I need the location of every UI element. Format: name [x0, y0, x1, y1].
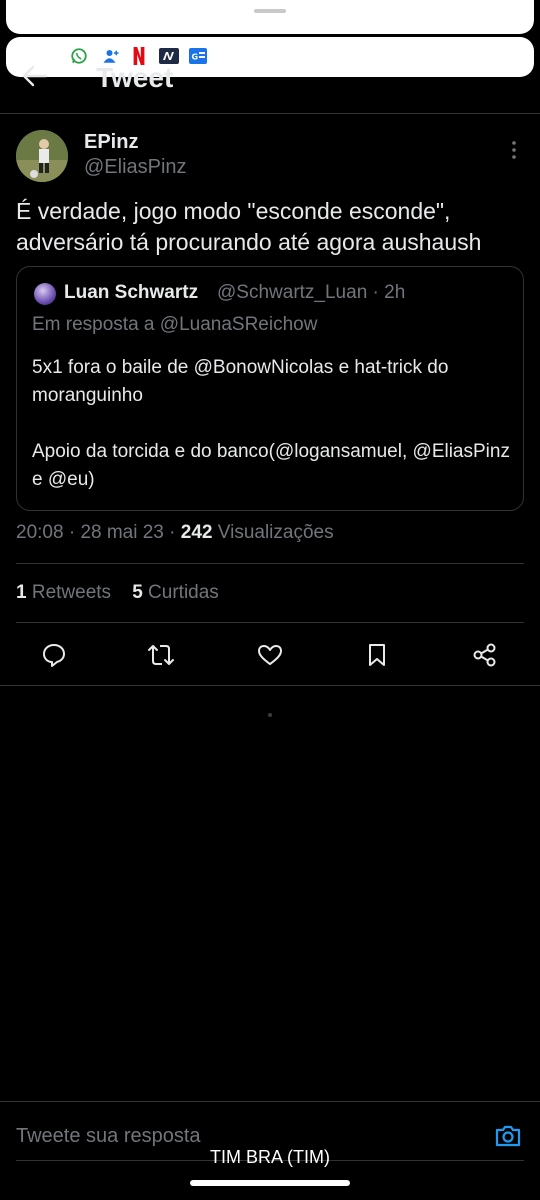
stats-divider: [16, 622, 524, 623]
meta-divider: [16, 563, 524, 564]
actions-divider: [0, 685, 540, 686]
likes-stat[interactable]: 5 Curtidas: [132, 582, 219, 603]
tweet-stats: 1 Retweets 5 Curtidas: [16, 582, 219, 604]
tweet-text: É verdade, jogo modo "esconde esconde", …: [16, 198, 482, 255]
quoted-age: 2h: [384, 282, 406, 303]
tweet-meta: 20:08 · 28 mai 23 · 242 Visualizações: [16, 522, 334, 543]
quoted-reply-to: Em resposta a @LuanaSReichow: [32, 314, 318, 335]
likes-label: Curtidas: [148, 582, 219, 603]
quoted-body: 5x1 fora o baile de @BonowNicolas e hat-…: [32, 354, 512, 494]
author-display-name[interactable]: EPinz: [84, 131, 138, 154]
quoted-handle: @Schwartz_Luan: [217, 282, 368, 303]
retweet-icon[interactable]: [146, 640, 176, 670]
notification-shade[interactable]: [6, 0, 534, 34]
author-handle[interactable]: @EliasPinz: [84, 156, 187, 179]
loading-indicator: [268, 713, 272, 717]
retweets-stat[interactable]: 1 Retweets: [16, 582, 111, 603]
more-options-icon[interactable]: [504, 140, 524, 165]
tweet-time: 20:08: [16, 522, 64, 543]
likes-count: 5: [132, 582, 143, 603]
share-icon[interactable]: [470, 640, 500, 670]
quoted-tweet-card[interactable]: Luan Schwartz @Schwartz_Luan · 2h Em res…: [16, 266, 524, 511]
retweets-count: 1: [16, 582, 27, 603]
quoted-handle-and-age: @Schwartz_Luan · 2h: [217, 282, 406, 303]
shade-drag-handle[interactable]: [254, 9, 286, 13]
retweets-label: Retweets: [31, 582, 112, 603]
home-indicator[interactable]: [190, 1180, 350, 1186]
quoted-avatar: [34, 283, 56, 305]
bookmark-icon[interactable]: [362, 640, 392, 670]
quoted-display-name: Luan Schwartz: [64, 282, 199, 303]
quoted-body-paragraph-1: 5x1 fora o baile de @BonowNicolas e hat-…: [32, 357, 449, 406]
reply-input[interactable]: Tweete sua resposta: [16, 1125, 201, 1148]
reply-icon[interactable]: [39, 640, 69, 670]
like-icon[interactable]: [255, 640, 285, 670]
tweet-date: 28 mai 23: [80, 522, 164, 543]
views-count: 242: [180, 522, 213, 543]
views-label: Visualizações: [217, 522, 334, 543]
carrier-label: TIM BRA (TIM): [210, 1147, 330, 1167]
header-divider: [0, 113, 540, 114]
reply-box-divider: [0, 1101, 540, 1102]
avatar[interactable]: [16, 130, 68, 182]
quoted-body-paragraph-2: Apoio da torcida e do banco(@logansamuel…: [32, 441, 510, 490]
